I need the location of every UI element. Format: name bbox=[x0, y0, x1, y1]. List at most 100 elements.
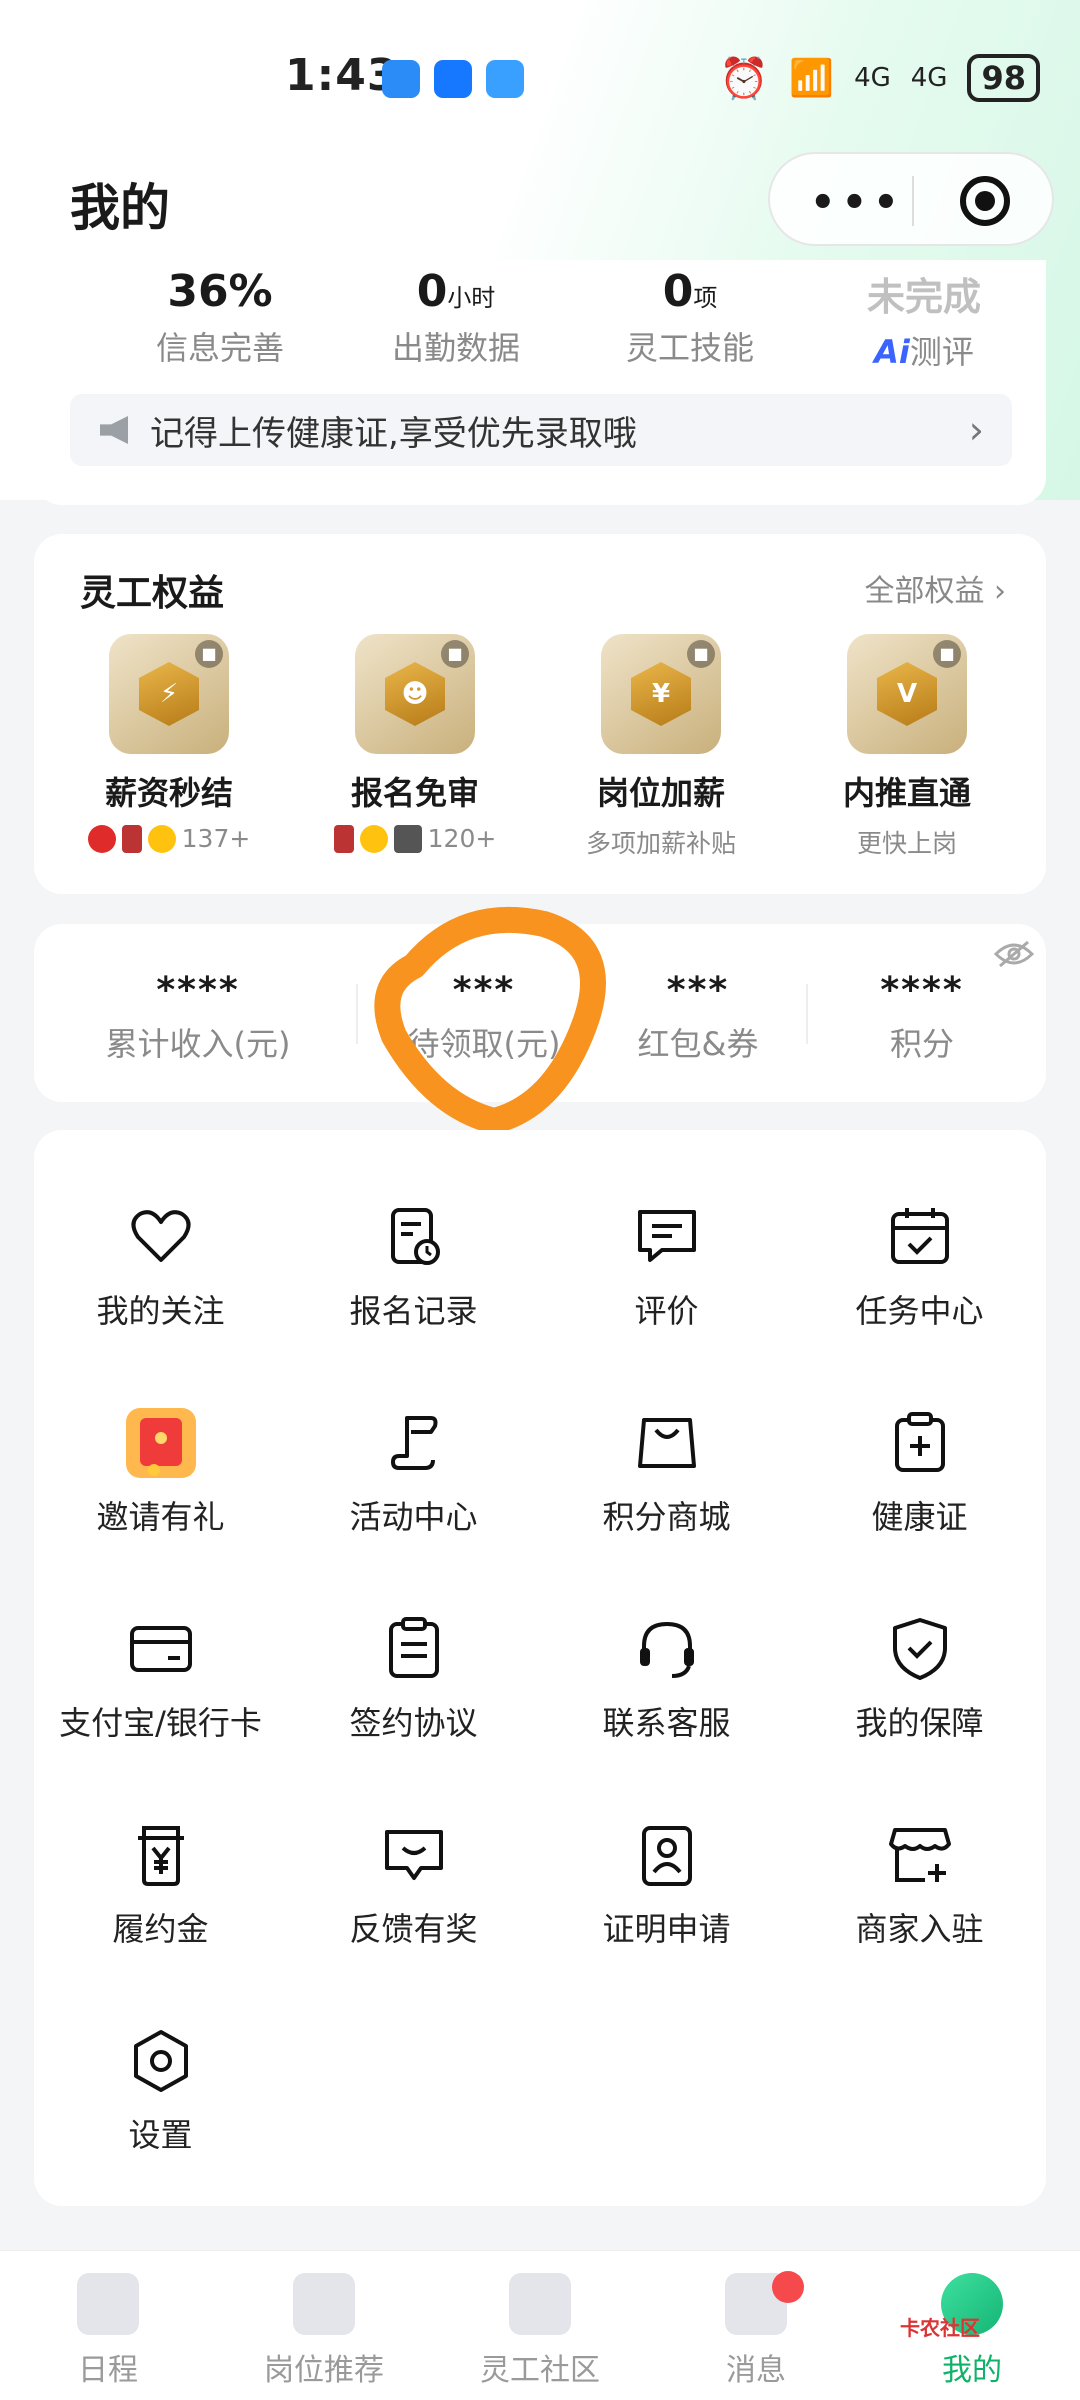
divider bbox=[356, 984, 358, 1044]
signal-icon-2: 4G bbox=[910, 63, 948, 93]
stat-label: 灵工技能 bbox=[625, 329, 754, 367]
menu-label: 我的关注 bbox=[96, 1292, 225, 1330]
tab-messages[interactable]: 消息 bbox=[648, 2271, 864, 2389]
menu-item-health-cert[interactable]: 健康证 bbox=[793, 1408, 1046, 1558]
menu-label: 履约金 bbox=[112, 1910, 209, 1948]
lock-icon: ■ bbox=[687, 640, 715, 668]
stat-skills[interactable]: 0项 灵工技能 bbox=[590, 266, 790, 369]
wallet-value: *** bbox=[452, 970, 516, 1011]
tab-job-recommend[interactable]: 岗位推荐 bbox=[216, 2273, 432, 2389]
right-sub-text: 120+ bbox=[427, 824, 497, 853]
menu-item-agreement[interactable]: 签约协议 bbox=[287, 1614, 540, 1764]
tab-community[interactable]: 灵工社区 bbox=[432, 2273, 648, 2389]
menu-item-activity[interactable]: 活动中心 bbox=[287, 1408, 540, 1558]
menu-item-points-mall[interactable]: 积分商城 bbox=[540, 1408, 793, 1558]
lock-icon: ■ bbox=[933, 640, 961, 668]
calendar-check-icon bbox=[890, 1208, 949, 1264]
right-item-referral[interactable]: V ■ 内推直通 更快上岗 bbox=[784, 634, 1030, 860]
salary-icon: ⚡ ■ bbox=[109, 634, 229, 754]
stat-label: 信息完善 bbox=[155, 329, 284, 367]
menu-item-task-center[interactable]: 任务中心 bbox=[793, 1202, 1046, 1352]
signup-icon: ☻ ■ bbox=[355, 634, 475, 754]
menu-item-review[interactable]: 评价 bbox=[540, 1202, 793, 1352]
wallet-coupons[interactable]: *** 红包&券 bbox=[578, 970, 818, 1065]
right-sub-text: 137+ bbox=[181, 824, 251, 853]
right-item-raise[interactable]: ¥ ■ 岗位加薪 多项加薪补贴 bbox=[538, 634, 784, 860]
tab-label: 岗位推荐 bbox=[264, 2353, 384, 2388]
brand-logo-icon bbox=[121, 824, 142, 853]
close-button[interactable] bbox=[960, 176, 1010, 226]
all-rights-label: 全部权益 bbox=[864, 574, 985, 609]
ai-icon: Ai bbox=[874, 333, 910, 371]
wallet-label: 待领取(元) bbox=[407, 1025, 561, 1063]
right-item-salary[interactable]: ⚡ ■ 薪资秒结 137+ bbox=[46, 634, 292, 853]
menu-label: 任务中心 bbox=[855, 1292, 984, 1330]
menu-item-feedback[interactable]: 反馈有奖 bbox=[287, 1820, 540, 1970]
menu-label: 我的保障 bbox=[855, 1704, 984, 1742]
wallet-pending[interactable]: *** 待领取(元) bbox=[364, 970, 604, 1065]
right-name: 报名免审 bbox=[350, 774, 479, 812]
card-icon bbox=[129, 1626, 192, 1672]
menu-item-merchant[interactable]: 商家入驻 bbox=[793, 1820, 1046, 1970]
all-rights-link[interactable]: 全部权益 › bbox=[864, 566, 1006, 610]
menu-item-follow[interactable]: 我的关注 bbox=[34, 1202, 287, 1352]
speaker-icon bbox=[100, 416, 128, 444]
stat-assessment[interactable]: 未完成 Ai测评 bbox=[824, 266, 1024, 373]
document-icon bbox=[388, 1617, 439, 1678]
brand-logo-icon bbox=[87, 824, 116, 853]
menu-item-deposit[interactable]: 履约金 bbox=[34, 1820, 287, 1970]
signal-icon: 4G bbox=[854, 63, 891, 93]
raise-icon: ¥ ■ bbox=[601, 634, 721, 754]
layers-icon bbox=[293, 2273, 355, 2335]
mini-program-capsule: ••• bbox=[768, 152, 1054, 246]
right-name: 薪资秒结 bbox=[104, 774, 233, 812]
menu-label: 设置 bbox=[128, 2116, 193, 2154]
menu-item-customer-service[interactable]: 联系客服 bbox=[540, 1614, 793, 1764]
menu-label: 评价 bbox=[634, 1292, 699, 1330]
stat-info-complete[interactable]: 36% 信息完善 bbox=[120, 266, 320, 369]
mcdonalds-logo-icon bbox=[359, 824, 388, 853]
weather-app-icon bbox=[486, 60, 524, 98]
menu-item-signup-records[interactable]: 报名记录 bbox=[287, 1202, 540, 1352]
unread-badge bbox=[772, 2271, 804, 2303]
status-icons: ⏰ 📶 4G 4G 98 bbox=[719, 54, 1040, 102]
right-name: 内推直通 bbox=[842, 774, 971, 812]
menu-label: 健康证 bbox=[871, 1498, 968, 1536]
menu-item-payment-card[interactable]: 支付宝/银行卡 bbox=[34, 1614, 287, 1764]
lock-icon: ■ bbox=[441, 640, 469, 668]
right-item-signup[interactable]: ☻ ■ 报名免审 120+ bbox=[292, 634, 538, 853]
tab-schedule[interactable]: 日程 bbox=[0, 2273, 216, 2389]
comment-icon bbox=[637, 1210, 696, 1262]
feedback-icon bbox=[384, 1830, 443, 1880]
v-diamond-icon: V bbox=[877, 662, 937, 726]
shopping-bag-icon bbox=[637, 1418, 696, 1468]
wallet-value: *** bbox=[666, 970, 730, 1011]
qr-logo-icon bbox=[393, 824, 422, 853]
menu-item-protection[interactable]: 我的保障 bbox=[793, 1614, 1046, 1764]
wallet-points[interactable]: **** 积分 bbox=[802, 970, 1042, 1065]
eye-hidden-icon[interactable] bbox=[994, 940, 1034, 968]
menu-item-settings[interactable]: 设置 bbox=[34, 2026, 287, 2176]
menu-grid-card: 我的关注 报名记录 评价 任务中心 邀请有礼 活动中心 积分商城 健康证 支付宝… bbox=[34, 1130, 1046, 2206]
page-title: 我的 bbox=[70, 179, 170, 237]
capsule-divider bbox=[912, 176, 914, 226]
chevron-right-icon: › bbox=[968, 408, 984, 452]
battery-indicator: 98 bbox=[967, 54, 1040, 102]
menu-item-invite[interactable]: 邀请有礼 bbox=[34, 1408, 287, 1558]
stat-attendance[interactable]: 0小时 出勤数据 bbox=[356, 266, 556, 369]
menu-item-certificate[interactable]: 证明申请 bbox=[540, 1820, 793, 1970]
tab-label: 我的 bbox=[942, 2353, 1002, 2388]
right-name: 岗位加薪 bbox=[596, 774, 725, 812]
watermark-text: 卡农社区 bbox=[900, 2316, 980, 2340]
menu-label: 签约协议 bbox=[349, 1704, 478, 1742]
menu-label: 报名记录 bbox=[349, 1292, 478, 1330]
menu-label: 邀请有礼 bbox=[96, 1498, 225, 1536]
people-icon bbox=[509, 2273, 571, 2335]
stat-value: 未完成 bbox=[866, 275, 981, 319]
notice-text: 记得上传健康证,享受优先录取哦 bbox=[150, 413, 637, 454]
health-cert-notice[interactable]: 记得上传健康证,享受优先录取哦 › bbox=[70, 394, 1012, 466]
more-button[interactable]: ••• bbox=[810, 180, 905, 226]
clipboard-plus-icon bbox=[894, 1412, 945, 1472]
wallet-total-income[interactable]: **** 累计收入(元) bbox=[78, 970, 318, 1065]
referral-icon: V ■ bbox=[847, 634, 967, 754]
